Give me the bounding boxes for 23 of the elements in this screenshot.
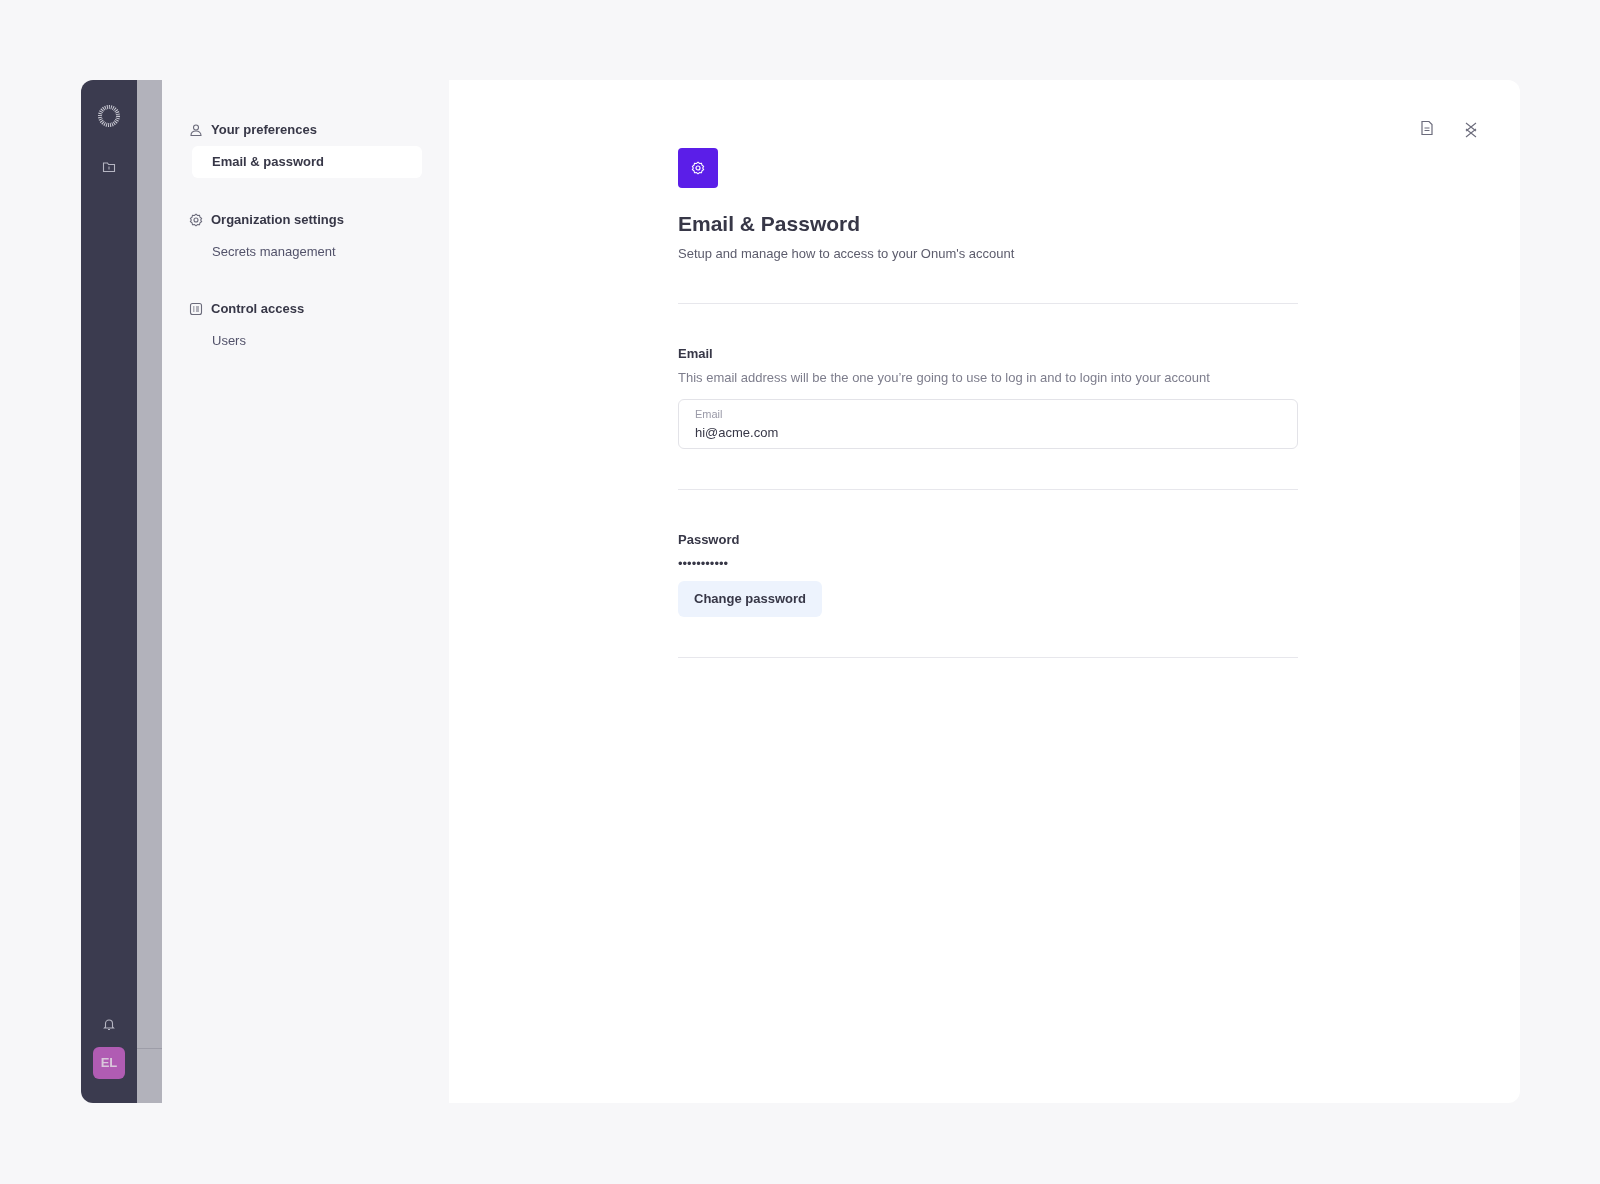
nav-section-title: Organization settings bbox=[211, 210, 344, 229]
list-icon bbox=[189, 302, 203, 316]
section-heading: Password bbox=[678, 531, 741, 549]
nav-item[interactable]: Secrets management bbox=[192, 235, 422, 267]
nav-section-title: Control access bbox=[211, 300, 305, 319]
page-title: Email & Password bbox=[678, 211, 862, 237]
document-icon[interactable] bbox=[1420, 120, 1434, 136]
page-subtitle: Setup and manage how to access to your Onum's account bbox=[678, 244, 1016, 263]
section-heading: Email bbox=[678, 345, 714, 363]
close-icon[interactable] bbox=[1464, 122, 1478, 138]
section-description: This email address will be the one you’re going to use to log in and to login into your account bbox=[678, 368, 1211, 387]
email-field[interactable]: Email hi@acme.com bbox=[678, 399, 1298, 449]
folder-icon[interactable] bbox=[102, 160, 116, 174]
user-icon bbox=[189, 123, 203, 137]
change-password-button[interactable]: Change password bbox=[678, 581, 822, 617]
settings-badge-icon bbox=[678, 148, 718, 188]
nav-item[interactable]: Users bbox=[192, 325, 422, 357]
masked-password: ••••••••••• bbox=[678, 554, 730, 573]
logo-ring-icon bbox=[97, 104, 121, 128]
nav-item[interactable]: Email & password bbox=[192, 146, 422, 178]
bell-icon[interactable] bbox=[102, 1017, 116, 1031]
nav-section-title: Your preferences bbox=[211, 121, 317, 140]
settings-icon bbox=[189, 212, 203, 227]
